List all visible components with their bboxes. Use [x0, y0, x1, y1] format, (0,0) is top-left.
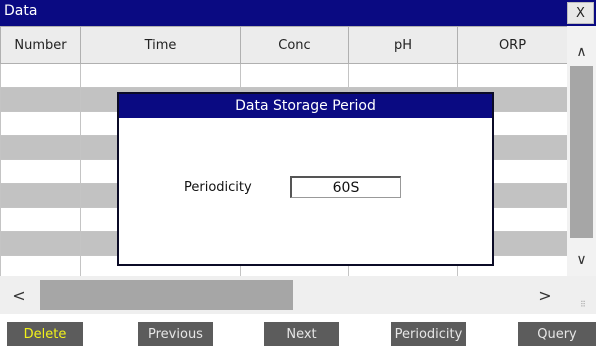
- close-button[interactable]: X: [567, 2, 594, 24]
- scroll-left-icon[interactable]: <: [7, 284, 31, 306]
- periodicity-input[interactable]: [290, 176, 401, 198]
- vertical-scroll-thumb[interactable]: [570, 66, 593, 238]
- horizontal-scrollbar[interactable]: < > ⠿: [0, 276, 596, 314]
- scroll-up-icon[interactable]: ∧: [570, 40, 593, 64]
- vertical-scrollbar[interactable]: ∧ ∨: [567, 26, 596, 276]
- column-header-number[interactable]: Number: [0, 26, 81, 64]
- periodicity-label: Periodicity: [184, 180, 252, 195]
- column-header-orp[interactable]: ORP: [457, 26, 567, 64]
- delete-button[interactable]: Delete: [7, 322, 83, 346]
- column-header-conc[interactable]: Conc: [240, 26, 349, 64]
- window-title: Data: [4, 3, 38, 19]
- previous-button[interactable]: Previous: [138, 322, 213, 346]
- storage-period-dialog: Data Storage Period Periodicity: [117, 92, 494, 266]
- table-row[interactable]: [0, 63, 567, 88]
- resize-grip-icon[interactable]: ⠿: [580, 300, 586, 309]
- bottom-toolbar: Delete Previous Next Periodicity Query: [0, 314, 596, 346]
- title-bar: Data X: [0, 0, 596, 26]
- column-header-time[interactable]: Time: [80, 26, 241, 64]
- periodicity-button[interactable]: Periodicity: [391, 322, 466, 346]
- scroll-down-icon[interactable]: ∨: [570, 248, 593, 272]
- column-header-ph[interactable]: pH: [348, 26, 458, 64]
- dialog-title: Data Storage Period: [119, 94, 492, 118]
- scroll-right-icon[interactable]: >: [533, 284, 557, 306]
- table-header-row: Number Time Conc pH ORP: [0, 26, 567, 64]
- horizontal-scroll-thumb[interactable]: [40, 280, 293, 310]
- query-button[interactable]: Query: [518, 322, 596, 346]
- next-button[interactable]: Next: [264, 322, 339, 346]
